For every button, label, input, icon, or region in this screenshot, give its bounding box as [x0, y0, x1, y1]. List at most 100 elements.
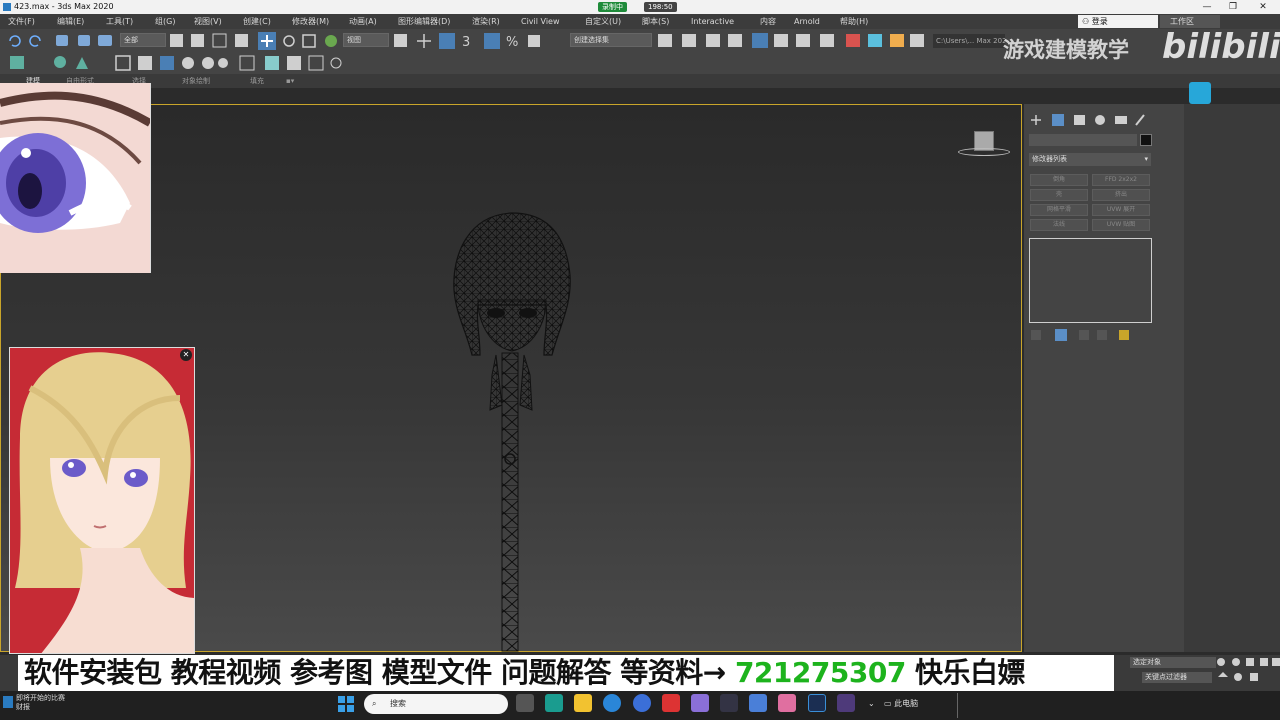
selection-filter-dropdown[interactable]: 全部 — [120, 33, 166, 47]
command-panel — [1024, 104, 1184, 652]
modifier-button-bevel[interactable]: 倒角 — [1030, 174, 1088, 186]
menu-edit[interactable]: 编辑(E) — [57, 14, 84, 29]
open-box-icon — [265, 56, 279, 70]
ribbon-tab-object-paint[interactable]: 对象绘制 — [182, 74, 210, 88]
menu-modifiers[interactable]: 修改器(M) — [292, 14, 329, 29]
edge-browser-icon[interactable] — [603, 694, 621, 712]
project-path[interactable]: C:\Users\... Max 2020 — [933, 34, 1005, 48]
recording-badge: 录制中 — [598, 2, 627, 12]
modifier-button-ffd[interactable]: FFD 2x2x2 — [1092, 174, 1150, 186]
task-view-icon[interactable] — [516, 694, 534, 712]
photoshop-icon[interactable] — [808, 694, 826, 712]
zoom-icon — [1217, 658, 1225, 666]
display-tab-icon — [1115, 116, 1127, 124]
ribbon-tab-populate[interactable]: 填充 — [250, 74, 264, 88]
menu-file[interactable]: 文件(F) — [8, 14, 35, 29]
object-name-field[interactable] — [1029, 134, 1137, 146]
window-crossing-icon — [235, 34, 248, 47]
menu-customize[interactable]: 自定义(U) — [585, 14, 621, 29]
modifier-button-meshsmooth[interactable]: 网格平滑 — [1030, 204, 1088, 216]
app-u-icon[interactable] — [691, 694, 709, 712]
menu-group[interactable]: 组(G) — [155, 14, 175, 29]
xform-icon — [239, 55, 255, 71]
reference-coord-dropdown[interactable]: 视图 — [343, 33, 389, 47]
login-dropdown[interactable]: ⚇ 登录 — [1078, 15, 1158, 28]
wps-icon[interactable] — [662, 694, 680, 712]
object-color-swatch[interactable] — [1140, 134, 1152, 146]
news-line-2: 财报 — [16, 703, 30, 711]
3dsmax-taskbar-icon[interactable] — [545, 694, 563, 712]
link-icon — [56, 35, 68, 46]
chevron-down-icon[interactable]: ⌄ — [868, 696, 875, 712]
windows-start-icon[interactable] — [338, 696, 354, 712]
menu-scripting[interactable]: 脚本(S) — [642, 14, 669, 29]
app-purple-icon[interactable] — [837, 694, 855, 712]
hierarchy-tab-icon — [1074, 115, 1085, 125]
chrome-browser-icon[interactable] — [633, 694, 651, 712]
this-pc-button[interactable]: ▭ 此电脑 — [884, 696, 918, 712]
field-of-view-icon — [1272, 658, 1280, 666]
viewcube-compass[interactable] — [958, 148, 1010, 156]
menu-animation[interactable]: 动画(A) — [349, 14, 377, 29]
toggle-ribbon-icon — [752, 33, 768, 48]
orbit-icon — [1234, 673, 1242, 681]
app-window: 423.max - 3ds Max 2020 录制中 198:50 — ❐ ✕ … — [0, 0, 1280, 720]
news-line-1: 即将开始的比赛 — [16, 694, 65, 702]
maximize-button[interactable]: ❐ — [1220, 0, 1246, 14]
configure-modifier-sets-icon — [1119, 330, 1129, 340]
file-explorer-icon[interactable] — [574, 694, 592, 712]
computer-icon: ▭ — [884, 699, 895, 708]
close-overlay-button[interactable]: ✕ — [180, 349, 192, 361]
app-blue-icon[interactable] — [749, 694, 767, 712]
box-icon — [287, 56, 301, 70]
minimize-button[interactable]: — — [1194, 0, 1220, 14]
app-pink-icon[interactable] — [778, 694, 796, 712]
pivot-icon — [394, 34, 407, 47]
zoom-extents-all-icon — [1260, 658, 1268, 666]
menu-content[interactable]: 内容 — [760, 14, 776, 29]
command-panel-tabs — [1031, 114, 1145, 126]
undo-icon — [9, 35, 21, 47]
menu-help[interactable]: 帮助(H) — [840, 14, 868, 29]
snapshot-icon — [138, 56, 152, 70]
taskbar-search-box[interactable]: ⌕ 搜索 — [364, 694, 508, 714]
modifier-stack[interactable] — [1029, 238, 1152, 323]
this-pc-label: 此电脑 — [894, 699, 919, 708]
modifier-button-shell[interactable]: 壳 — [1030, 189, 1088, 201]
select-object-icon — [170, 34, 183, 47]
menu-tools[interactable]: 工具(T) — [106, 14, 133, 29]
chevron-down-icon: ▾ — [1144, 155, 1148, 163]
wireframe-character-model[interactable] — [440, 205, 590, 655]
menu-civil-view[interactable]: Civil View — [521, 14, 560, 29]
status-bar-left — [0, 655, 18, 691]
key-filters-button[interactable]: 关键点过滤器 — [1142, 672, 1212, 683]
title-bar: 423.max - 3ds Max 2020 录制中 198:50 — ❐ ✕ — [0, 0, 1280, 14]
modifier-button-unwrap-uvw[interactable]: UVW 展开 — [1092, 204, 1150, 216]
menu-graph-editors[interactable]: 图形编辑器(D) — [398, 14, 450, 29]
reference-image-eye — [0, 83, 151, 273]
modifier-button-normal[interactable]: 法线 — [1030, 219, 1088, 231]
portrait-illustration — [10, 348, 194, 653]
taskbar-divider — [957, 693, 958, 718]
menu-rendering[interactable]: 渲染(R) — [472, 14, 500, 29]
modifier-button-extrude[interactable]: 挤出 — [1092, 189, 1150, 201]
light-bulb-icon — [54, 56, 66, 68]
news-widget-icon[interactable] — [3, 696, 13, 708]
layer-explorer-icon — [728, 34, 742, 47]
unlink-icon — [78, 35, 90, 46]
menu-create[interactable]: 创建(C) — [243, 14, 271, 29]
news-widget[interactable]: 即将开始的比赛 财报 — [16, 694, 65, 712]
ribbon-options-icon[interactable]: ▪▾ — [286, 74, 294, 88]
app-dark-icon[interactable] — [720, 694, 738, 712]
modifier-button-uvw-map[interactable]: UVW 贴图 — [1092, 219, 1150, 231]
selection-mode-dropdown[interactable]: 选定对象 — [1130, 657, 1216, 668]
spinner-snap-icon — [528, 35, 540, 47]
close-button[interactable]: ✕ — [1250, 0, 1276, 14]
menu-interactive[interactable]: Interactive — [691, 14, 734, 29]
menu-view[interactable]: 视图(V) — [194, 14, 222, 29]
named-selection-dropdown[interactable]: 创建选择集 — [570, 33, 652, 47]
wire-icon — [160, 56, 174, 70]
menu-arnold[interactable]: Arnold — [794, 14, 820, 29]
loop-icon — [330, 57, 342, 69]
modifier-list-dropdown[interactable]: 修改器列表 ▾ — [1029, 153, 1151, 166]
